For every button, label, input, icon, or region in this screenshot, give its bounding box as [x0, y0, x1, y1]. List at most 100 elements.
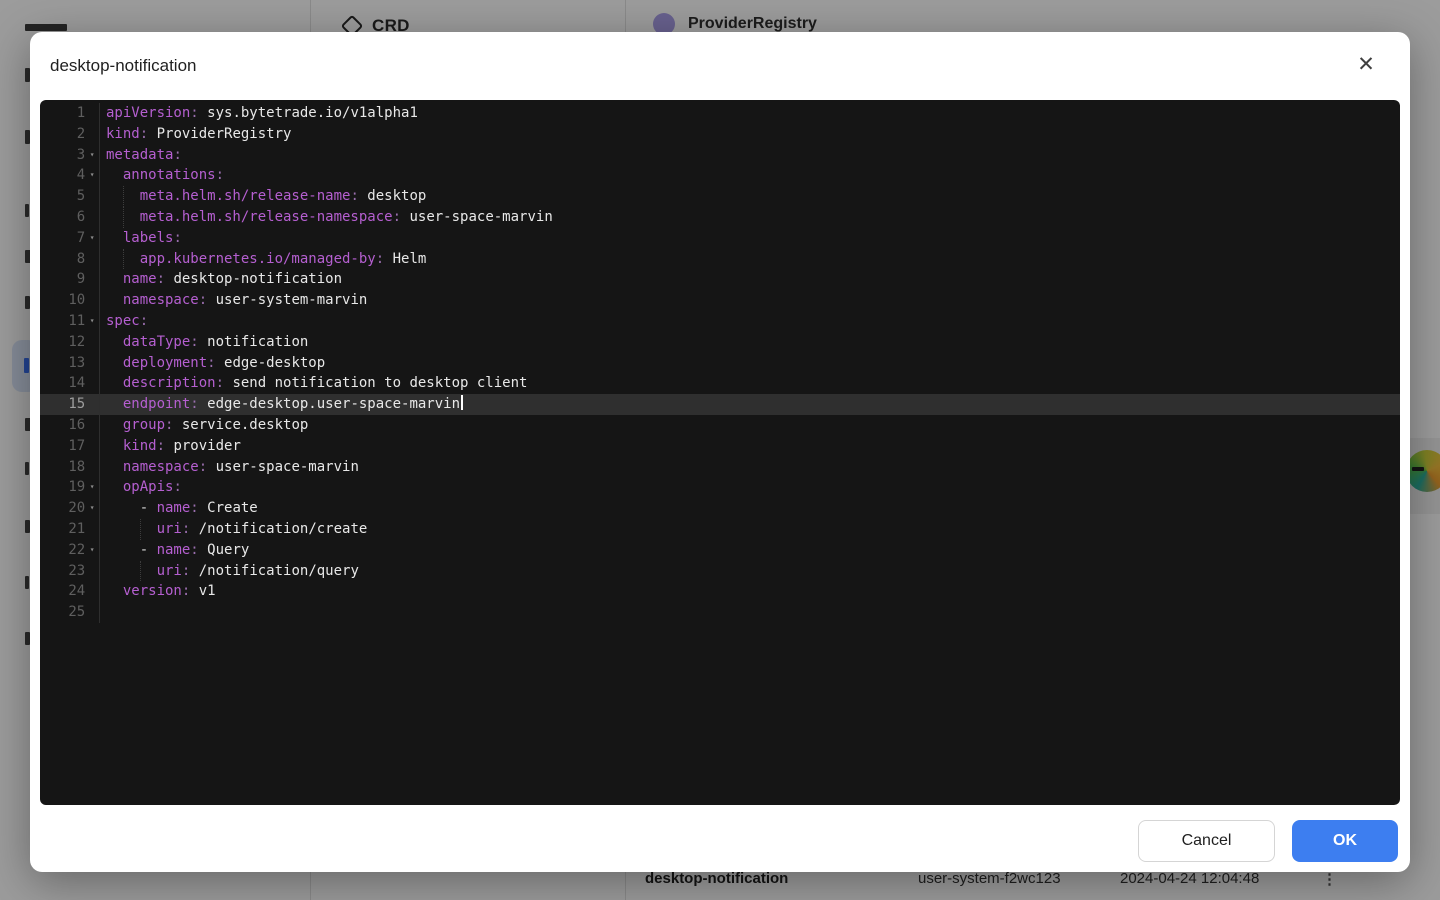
- code-line[interactable]: 5 meta.helm.sh/release-name: desktop: [40, 186, 1400, 207]
- code-text: uri: /notification/query: [100, 561, 1400, 582]
- cancel-button[interactable]: Cancel: [1138, 820, 1275, 862]
- code-text: app.kubernetes.io/managed-by: Helm: [100, 249, 1400, 270]
- fold-arrow-icon[interactable]: ▾: [85, 228, 99, 249]
- fold-arrow-icon[interactable]: ▾: [85, 540, 99, 561]
- line-gutter: 13: [40, 353, 100, 374]
- code-line[interactable]: 23 uri: /notification/query: [40, 561, 1400, 582]
- line-gutter: 25: [40, 602, 100, 623]
- code-text: spec:: [100, 311, 1400, 332]
- line-gutter: 12: [40, 332, 100, 353]
- indent-guide: [123, 186, 124, 207]
- code-text: version: v1: [100, 581, 1400, 602]
- code-text: metadata:: [100, 145, 1400, 166]
- line-number: 6: [40, 207, 85, 228]
- fold-spacer: [85, 186, 99, 207]
- fold-spacer: [85, 249, 99, 270]
- fold-spacer: [85, 290, 99, 311]
- code-editor-lines: 1apiVersion: sys.bytetrade.io/v1alpha12k…: [40, 103, 1400, 623]
- line-number: 12: [40, 332, 85, 353]
- fold-spacer: [85, 519, 99, 540]
- code-text: description: send notification to deskto…: [100, 373, 1400, 394]
- code-text: dataType: notification: [100, 332, 1400, 353]
- ok-button[interactable]: OK: [1292, 820, 1398, 862]
- line-number: 20: [40, 498, 85, 519]
- code-line[interactable]: 3▾metadata:: [40, 145, 1400, 166]
- fold-spacer: [85, 561, 99, 582]
- code-text: kind: ProviderRegistry: [100, 124, 1400, 145]
- code-line[interactable]: 1apiVersion: sys.bytetrade.io/v1alpha1: [40, 103, 1400, 124]
- code-line[interactable]: 18 namespace: user-space-marvin: [40, 457, 1400, 478]
- text-cursor: [461, 395, 463, 410]
- line-gutter: 8: [40, 249, 100, 270]
- code-line[interactable]: 6 meta.helm.sh/release-namespace: user-s…: [40, 207, 1400, 228]
- code-line[interactable]: 15 endpoint: edge-desktop.user-space-mar…: [40, 394, 1400, 415]
- code-line[interactable]: 12 dataType: notification: [40, 332, 1400, 353]
- line-number: 9: [40, 269, 85, 290]
- indent-guide: [123, 207, 124, 228]
- fold-arrow-icon[interactable]: ▾: [85, 498, 99, 519]
- code-line[interactable]: 10 namespace: user-system-marvin: [40, 290, 1400, 311]
- code-line[interactable]: 20▾ - name: Create: [40, 498, 1400, 519]
- line-number: 5: [40, 186, 85, 207]
- line-number: 11: [40, 311, 85, 332]
- code-line[interactable]: 25: [40, 602, 1400, 623]
- fold-spacer: [85, 394, 99, 415]
- fold-spacer: [85, 602, 99, 623]
- line-gutter: 18: [40, 457, 100, 478]
- line-gutter: 4▾: [40, 165, 100, 186]
- line-gutter: 10: [40, 290, 100, 311]
- yaml-editor-dialog: desktop-notification ✕ 1apiVersion: sys.…: [30, 32, 1410, 872]
- code-line[interactable]: 22▾ - name: Query: [40, 540, 1400, 561]
- line-number: 22: [40, 540, 85, 561]
- code-line[interactable]: 17 kind: provider: [40, 436, 1400, 457]
- code-line[interactable]: 21 uri: /notification/create: [40, 519, 1400, 540]
- code-line[interactable]: 9 name: desktop-notification: [40, 269, 1400, 290]
- fold-spacer: [85, 124, 99, 145]
- line-gutter: 24: [40, 581, 100, 602]
- line-number: 10: [40, 290, 85, 311]
- indent-guide: [140, 519, 141, 540]
- close-icon[interactable]: ✕: [1352, 50, 1380, 78]
- line-gutter: 19▾: [40, 477, 100, 498]
- code-line[interactable]: 13 deployment: edge-desktop: [40, 353, 1400, 374]
- code-line[interactable]: 11▾spec:: [40, 311, 1400, 332]
- indent-guide: [140, 561, 141, 582]
- fold-spacer: [85, 581, 99, 602]
- fold-spacer: [85, 103, 99, 124]
- line-gutter: 3▾: [40, 145, 100, 166]
- code-line[interactable]: 4▾ annotations:: [40, 165, 1400, 186]
- code-text: namespace: user-system-marvin: [100, 290, 1400, 311]
- code-line[interactable]: 8 app.kubernetes.io/managed-by: Helm: [40, 249, 1400, 270]
- fold-spacer: [85, 332, 99, 353]
- dialog-footer: Cancel OK: [1138, 820, 1398, 862]
- code-line[interactable]: 2kind: ProviderRegistry: [40, 124, 1400, 145]
- fold-arrow-icon[interactable]: ▾: [85, 145, 99, 166]
- code-text: name: desktop-notification: [100, 269, 1400, 290]
- fold-arrow-icon[interactable]: ▾: [85, 165, 99, 186]
- code-line[interactable]: 14 description: send notification to des…: [40, 373, 1400, 394]
- line-number: 4: [40, 165, 85, 186]
- fold-arrow-icon[interactable]: ▾: [85, 311, 99, 332]
- code-text: meta.helm.sh/release-name: desktop: [100, 186, 1400, 207]
- line-gutter: 21: [40, 519, 100, 540]
- line-gutter: 16: [40, 415, 100, 436]
- code-editor[interactable]: 1apiVersion: sys.bytetrade.io/v1alpha12k…: [40, 100, 1400, 805]
- line-number: 15: [40, 394, 85, 415]
- line-gutter: 22▾: [40, 540, 100, 561]
- fold-spacer: [85, 373, 99, 394]
- fold-spacer: [85, 415, 99, 436]
- line-gutter: 2: [40, 124, 100, 145]
- fold-spacer: [85, 353, 99, 374]
- line-gutter: 11▾: [40, 311, 100, 332]
- code-line[interactable]: 16 group: service.desktop: [40, 415, 1400, 436]
- line-gutter: 1: [40, 103, 100, 124]
- code-text: namespace: user-space-marvin: [100, 457, 1400, 478]
- line-gutter: 14: [40, 373, 100, 394]
- line-number: 25: [40, 602, 85, 623]
- code-text: deployment: edge-desktop: [100, 353, 1400, 374]
- line-number: 23: [40, 561, 85, 582]
- fold-arrow-icon[interactable]: ▾: [85, 477, 99, 498]
- code-line[interactable]: 7▾ labels:: [40, 228, 1400, 249]
- code-line[interactable]: 24 version: v1: [40, 581, 1400, 602]
- code-line[interactable]: 19▾ opApis:: [40, 477, 1400, 498]
